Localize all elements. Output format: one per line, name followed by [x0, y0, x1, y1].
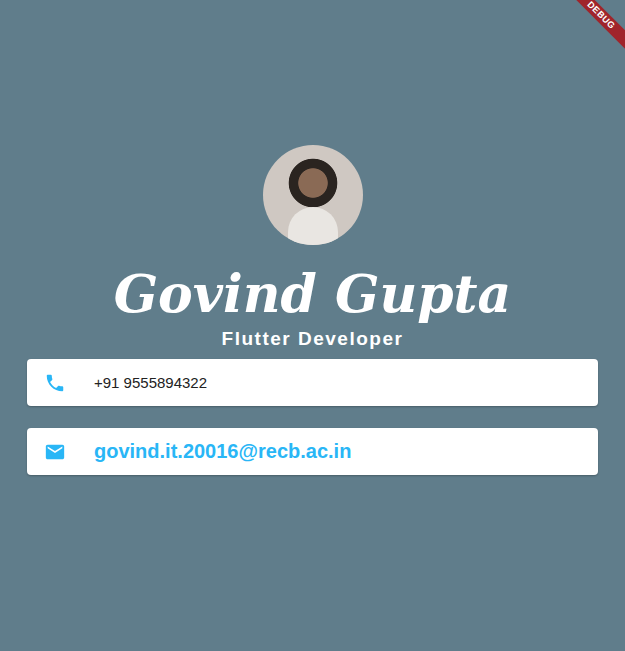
- email-card[interactable]: govind.it.20016@recb.ac.in: [27, 428, 598, 475]
- avatar-photo: [263, 145, 363, 245]
- email-text: govind.it.20016@recb.ac.in: [94, 440, 351, 463]
- phone-icon: [44, 372, 66, 394]
- profile-name: Govind Gupta: [114, 261, 512, 327]
- phone-card[interactable]: +91 9555894322: [27, 359, 598, 406]
- phone-text: +91 9555894322: [94, 374, 207, 391]
- profile-screen: Govind GuptaFlutter Developer +91 9555894…: [0, 0, 625, 651]
- profile-title: Flutter Developer: [222, 327, 404, 351]
- email-icon: [44, 441, 66, 463]
- debug-banner: DEBUG: [565, 0, 625, 60]
- contact-list: +91 9555894322 govind.it.20016@recb.ac.in: [0, 359, 625, 475]
- debug-label: DEBUG: [565, 0, 625, 55]
